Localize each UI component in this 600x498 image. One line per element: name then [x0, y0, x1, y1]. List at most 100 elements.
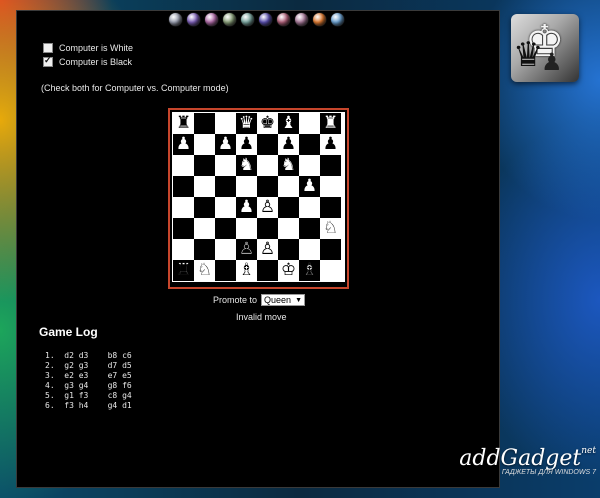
theme-orb-2[interactable]	[187, 13, 200, 26]
square-a5[interactable]	[173, 176, 194, 197]
square-b8[interactable]	[194, 113, 215, 134]
computer-white-option[interactable]: Computer is White	[43, 43, 133, 53]
square-g1[interactable]: ♗	[299, 260, 320, 281]
square-d2[interactable]: ♙	[236, 239, 257, 260]
square-g4[interactable]	[299, 197, 320, 218]
black-knight-icon[interactable]: ♞	[281, 157, 296, 174]
white-bishop-icon[interactable]: ♗	[302, 261, 318, 279]
white-rook-icon[interactable]: ♖	[176, 261, 192, 279]
square-d1[interactable]: ♗	[236, 260, 257, 281]
square-a1[interactable]: ♖	[173, 260, 194, 281]
black-pawn-icon[interactable]: ♟	[281, 136, 296, 153]
black-pawn-icon[interactable]: ♟	[239, 136, 254, 153]
black-king-icon[interactable]: ♚	[260, 115, 275, 132]
square-d4[interactable]: ♟	[236, 197, 257, 218]
theme-orb-3[interactable]	[205, 13, 218, 26]
black-bishop-icon[interactable]: ♝	[281, 115, 296, 132]
black-pawn-icon[interactable]: ♟	[302, 178, 317, 195]
square-f6[interactable]: ♞	[278, 155, 299, 176]
square-a6[interactable]	[173, 155, 194, 176]
square-c6[interactable]	[215, 155, 236, 176]
white-knight-icon[interactable]: ♘	[323, 220, 338, 237]
black-pawn-icon[interactable]: ♟	[323, 136, 338, 153]
computer-black-option[interactable]: Computer is Black	[43, 55, 132, 67]
square-f5[interactable]	[278, 176, 299, 197]
square-c8[interactable]	[215, 113, 236, 134]
square-a8[interactable]: ♜	[173, 113, 194, 134]
square-e2[interactable]: ♙	[257, 239, 278, 260]
square-c5[interactable]	[215, 176, 236, 197]
square-b6[interactable]	[194, 155, 215, 176]
square-h3[interactable]: ♘	[320, 218, 341, 239]
black-knight-icon[interactable]: ♞	[239, 157, 254, 174]
square-h2[interactable]	[320, 239, 341, 260]
theme-orb-5[interactable]	[241, 13, 254, 26]
square-e5[interactable]	[257, 176, 278, 197]
white-pawn-icon[interactable]: ♙	[260, 241, 275, 258]
square-b3[interactable]	[194, 218, 215, 239]
square-f8[interactable]: ♝	[278, 113, 299, 134]
computer-white-checkbox[interactable]	[43, 43, 53, 53]
black-pawn-icon[interactable]: ♟	[239, 199, 254, 216]
square-h7[interactable]: ♟	[320, 134, 341, 155]
square-f7[interactable]: ♟	[278, 134, 299, 155]
square-g6[interactable]	[299, 155, 320, 176]
white-knight-icon[interactable]: ♘	[197, 262, 212, 279]
white-king-icon[interactable]: ♔	[281, 262, 296, 279]
square-c1[interactable]	[215, 260, 236, 281]
square-a4[interactable]	[173, 197, 194, 218]
square-h1[interactable]	[320, 260, 341, 281]
square-h4[interactable]	[320, 197, 341, 218]
square-a3[interactable]	[173, 218, 194, 239]
square-a2[interactable]	[173, 239, 194, 260]
square-f2[interactable]	[278, 239, 299, 260]
square-d8[interactable]: ♛	[236, 113, 257, 134]
black-rook-icon[interactable]: ♜	[176, 115, 191, 132]
square-f4[interactable]	[278, 197, 299, 218]
theme-orb-8[interactable]	[295, 13, 308, 26]
square-b1[interactable]: ♘	[194, 260, 215, 281]
square-c3[interactable]	[215, 218, 236, 239]
theme-orb-9[interactable]	[313, 13, 326, 26]
theme-orb-7[interactable]	[277, 13, 290, 26]
black-rook-icon[interactable]: ♜	[323, 115, 338, 132]
square-g8[interactable]	[299, 113, 320, 134]
square-b2[interactable]	[194, 239, 215, 260]
theme-orb-10[interactable]	[331, 13, 344, 26]
square-d5[interactable]	[236, 176, 257, 197]
square-c2[interactable]	[215, 239, 236, 260]
square-c7[interactable]: ♟	[215, 134, 236, 155]
square-d6[interactable]: ♞	[236, 155, 257, 176]
square-e8[interactable]: ♚	[257, 113, 278, 134]
square-b5[interactable]	[194, 176, 215, 197]
square-e3[interactable]	[257, 218, 278, 239]
theme-orb-6[interactable]	[259, 13, 272, 26]
theme-orb-1[interactable]	[169, 13, 182, 26]
black-queen-icon[interactable]: ♛	[239, 115, 254, 132]
white-pawn-icon[interactable]: ♙	[260, 199, 275, 216]
square-c4[interactable]	[215, 197, 236, 218]
square-g3[interactable]	[299, 218, 320, 239]
square-h5[interactable]	[320, 176, 341, 197]
square-e4[interactable]: ♙	[257, 197, 278, 218]
theme-orb-4[interactable]	[223, 13, 236, 26]
square-f1[interactable]: ♔	[278, 260, 299, 281]
computer-black-checkbox[interactable]	[43, 55, 53, 67]
square-g2[interactable]	[299, 239, 320, 260]
square-e7[interactable]	[257, 134, 278, 155]
square-b7[interactable]	[194, 134, 215, 155]
square-d3[interactable]	[236, 218, 257, 239]
black-pawn-icon[interactable]: ♟	[218, 136, 233, 153]
square-h8[interactable]: ♜	[320, 113, 341, 134]
square-g5[interactable]: ♟	[299, 176, 320, 197]
chess-gadget-thumbnail[interactable]: ♚ ♛ ♟	[511, 14, 579, 82]
square-h6[interactable]	[320, 155, 341, 176]
square-d7[interactable]: ♟	[236, 134, 257, 155]
white-pawn-icon[interactable]: ♙	[239, 240, 255, 258]
promotion-select[interactable]: Queen ▼	[261, 294, 306, 306]
square-e1[interactable]	[257, 260, 278, 281]
square-e6[interactable]	[257, 155, 278, 176]
black-pawn-icon[interactable]: ♟	[176, 136, 191, 153]
square-a7[interactable]: ♟	[173, 134, 194, 155]
square-b4[interactable]	[194, 197, 215, 218]
